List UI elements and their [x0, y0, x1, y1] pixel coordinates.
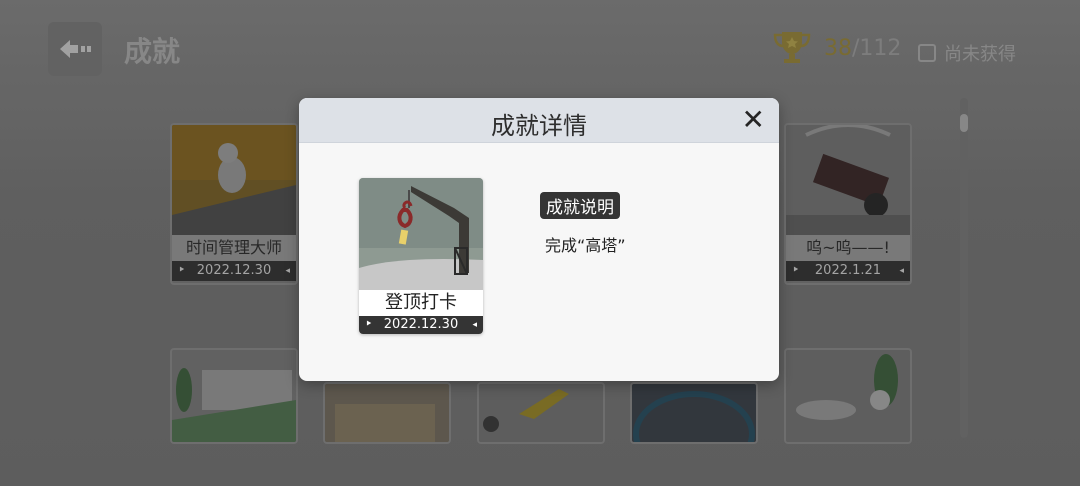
- achievement-detail-dialog: 成就详情 ✕ 登顶打卡 2022.12.30 成就说明 完成“高塔”: [299, 98, 779, 381]
- dialog-title: 成就详情: [491, 112, 587, 140]
- dialog-header: 成就详情 ✕: [299, 98, 779, 143]
- achievement-card-detail: 登顶打卡 2022.12.30: [359, 178, 483, 334]
- close-icon[interactable]: ✕: [742, 106, 765, 134]
- achievement-name: 登顶打卡: [359, 290, 483, 316]
- description-text: 完成“高塔”: [545, 236, 626, 255]
- achievement-thumbnail: [359, 178, 483, 290]
- description-label: 成就说明: [540, 192, 620, 219]
- achievement-date: 2022.12.30: [359, 316, 483, 334]
